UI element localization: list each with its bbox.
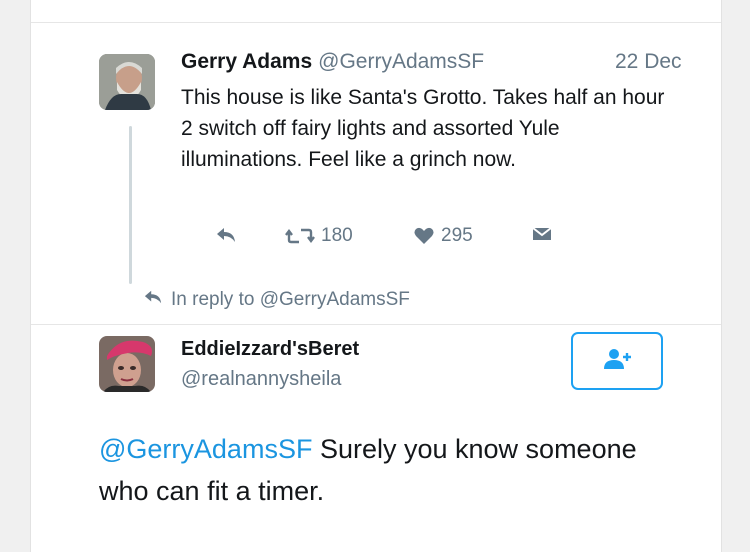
tweet1-header: Gerry Adams @GerryAdamsSF (181, 50, 484, 74)
tweet2-author-handle[interactable]: @realnannysheila (181, 368, 341, 391)
tweet1-author-name[interactable]: Gerry Adams (181, 50, 312, 73)
direct-message-button[interactable] (531, 225, 553, 243)
like-count: 295 (441, 225, 473, 246)
reply-context[interactable]: In reply to @GerryAdamsSF (143, 288, 410, 312)
like-button[interactable]: 295 (413, 225, 473, 247)
reply-context-label: In reply to @GerryAdamsSF (171, 289, 410, 310)
reply-icon (215, 225, 237, 245)
tweet-thread-card: Gerry Adams @GerryAdamsSF 22 Dec This hou… (30, 0, 722, 552)
heart-icon (413, 226, 435, 246)
retweet-icon (285, 226, 315, 246)
avatar-eddieizzards-beret[interactable] (99, 336, 155, 392)
follow-user-icon (602, 347, 632, 376)
divider (31, 324, 721, 325)
tweet2-mention-link[interactable]: @GerryAdamsSF (99, 434, 312, 464)
avatar-gerry-adams[interactable] (99, 54, 155, 110)
tweet2-author-name[interactable]: EddieIzzard'sBeret (181, 338, 359, 361)
retweet-button[interactable]: 180 (285, 225, 353, 247)
direct-message-icon (531, 225, 553, 243)
thread-connector-line (129, 126, 132, 284)
divider (31, 22, 721, 23)
tweet1-date[interactable]: 22 Dec (615, 50, 682, 74)
follow-button[interactable] (571, 332, 663, 390)
tweet2-text: @GerryAdamsSF Surely you know someone wh… (99, 428, 659, 512)
tweet1-author-handle[interactable]: @GerryAdamsSF (318, 50, 484, 73)
reply-button[interactable] (215, 225, 237, 245)
reply-arrow-icon (143, 288, 163, 312)
tweet1-text: This house is like Santa's Grotto. Takes… (181, 86, 665, 171)
retweet-count: 180 (321, 225, 353, 246)
